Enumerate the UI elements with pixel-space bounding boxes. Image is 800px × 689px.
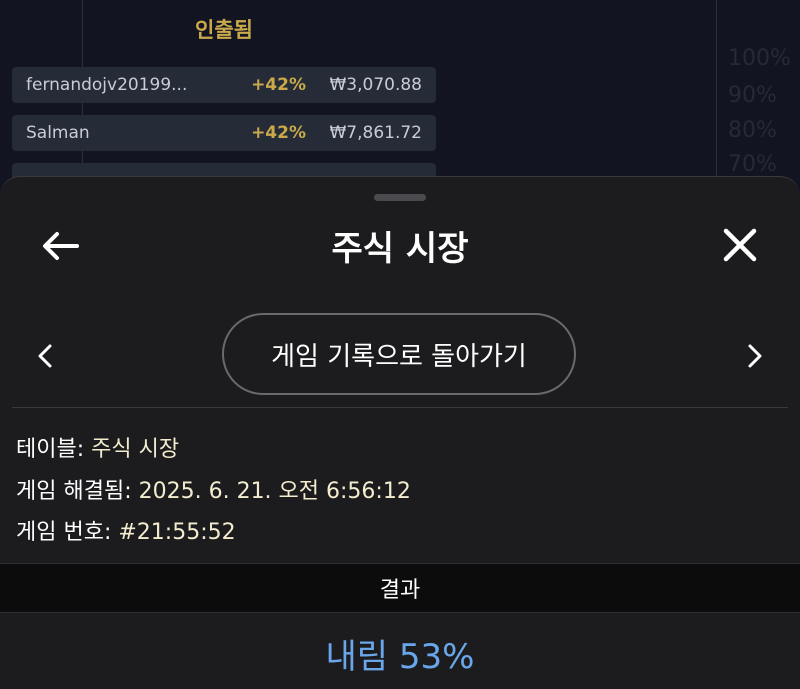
resolved-label: 게임 해결됨: [16,479,132,504]
table-info: 테이블: 주식 시장 [16,431,179,463]
back-arrow-icon[interactable] [40,229,80,263]
game-number-info: 게임 번호: #21:55:52 [16,514,236,546]
cashed-out-title: 인출됨 [195,18,253,42]
game-number-value: #21:55:52 [118,520,236,545]
player-amount: ₩7,861.72 [329,123,422,143]
chevron-left-icon[interactable] [34,343,56,369]
chevron-right-icon[interactable] [744,343,766,369]
player-multiplier: +42% [251,75,306,95]
game-detail-sheet: 주식 시장 게임 기록으로 돌아가기 테이블: 주식 시장 게임 해결됨: 20… [0,176,800,689]
axis-label: 70% [728,152,777,177]
table-label: 테이블: [16,437,85,462]
player-name: fernandojv20199... [26,75,188,95]
list-item: Salman +42% ₩7,861.72 [12,115,436,151]
game-number-label: 게임 번호: [16,520,112,545]
result-header: 결과 [0,563,800,613]
resolved-info: 게임 해결됨: 2025. 6. 21. 오전 6:56:12 [16,473,411,505]
back-to-history-button[interactable]: 게임 기록으로 돌아가기 [222,313,576,395]
divider [12,407,788,408]
axis-label: 80% [728,118,777,143]
sheet-drag-handle[interactable] [374,194,426,201]
result-value: 내림 53% [325,637,475,677]
table-value: 주식 시장 [91,437,180,462]
resolved-value: 2025. 6. 21. 오전 6:56:12 [138,479,411,504]
player-multiplier: +42% [251,123,306,143]
axis-label: 90% [728,83,777,108]
sheet-title: 주식 시장 [331,229,469,269]
player-amount: ₩3,070.88 [329,75,422,95]
player-name: Salman [26,123,90,143]
close-icon[interactable] [720,225,760,265]
list-item: fernandojv20199... +42% ₩3,070.88 [12,67,436,103]
axis-label: 100% [728,46,791,71]
